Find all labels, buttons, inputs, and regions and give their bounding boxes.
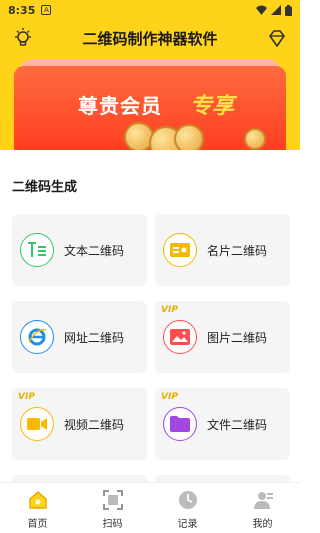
coin-decoration bbox=[244, 128, 266, 150]
diamond-icon[interactable] bbox=[266, 28, 288, 50]
card-label: 视频二维码 bbox=[64, 417, 125, 432]
vip-badge: VIP bbox=[18, 392, 35, 402]
card-label: 名片二维码 bbox=[207, 243, 268, 258]
card-label: 文本二维码 bbox=[64, 243, 125, 258]
wifi-icon bbox=[256, 5, 267, 15]
tab-label: 首页 bbox=[27, 519, 48, 530]
banner-accent: 专享 bbox=[190, 94, 235, 119]
banner-card: 尊贵会员 专享 bbox=[14, 66, 286, 158]
status-bar: 8:35 A bbox=[0, 0, 300, 20]
card-label: 网址二维码 bbox=[64, 330, 125, 345]
bottom-tab-bar: 首页 扫码 记录 我的 bbox=[0, 482, 300, 533]
vip-banner[interactable]: 尊贵会员 专享 bbox=[14, 60, 286, 158]
home-icon bbox=[28, 491, 47, 509]
battery-icon bbox=[285, 4, 292, 16]
tab-records[interactable]: 记录 bbox=[150, 483, 225, 533]
status-icons bbox=[256, 4, 292, 16]
tab-profile[interactable]: 我的 bbox=[225, 483, 300, 533]
status-time: 8:35 bbox=[8, 3, 36, 17]
tab-label: 记录 bbox=[177, 519, 198, 530]
folder-icon bbox=[163, 407, 197, 441]
banner-title: 尊贵会员 bbox=[78, 94, 162, 118]
tab-label: 扫码 bbox=[102, 519, 123, 530]
video-icon bbox=[20, 407, 54, 441]
signal-icon bbox=[271, 5, 281, 15]
card-label: 图片二维码 bbox=[207, 330, 268, 345]
content-background bbox=[0, 150, 300, 170]
text-qrcode-card[interactable]: 文本二维码 bbox=[12, 214, 147, 286]
record-icon bbox=[178, 491, 197, 509]
card-icon bbox=[163, 233, 197, 267]
card-label: 文件二维码 bbox=[207, 417, 268, 432]
image-qrcode-card[interactable]: VIP 图片二维码 bbox=[155, 301, 290, 373]
tab-scan[interactable]: 扫码 bbox=[75, 483, 150, 533]
video-qrcode-card[interactable]: VIP 视频二维码 bbox=[12, 388, 147, 460]
image-icon bbox=[163, 320, 197, 354]
profile-icon bbox=[253, 492, 273, 509]
file-qrcode-card[interactable]: VIP 文件二维码 bbox=[155, 388, 290, 460]
tab-label: 我的 bbox=[252, 519, 273, 530]
scan-icon bbox=[102, 490, 123, 510]
text-icon bbox=[20, 233, 54, 267]
namecard-qrcode-card[interactable]: 名片二维码 bbox=[155, 214, 290, 286]
page-title: 二维码制作神器软件 bbox=[82, 30, 218, 48]
tab-home[interactable]: 首页 bbox=[0, 483, 75, 533]
notification-icon: A bbox=[41, 5, 52, 15]
ie-icon bbox=[20, 320, 54, 354]
section-title: 二维码生成 bbox=[12, 180, 78, 195]
vip-badge: VIP bbox=[161, 392, 178, 402]
vip-badge: VIP bbox=[161, 305, 178, 315]
url-qrcode-card[interactable]: 网址二维码 bbox=[12, 301, 147, 373]
